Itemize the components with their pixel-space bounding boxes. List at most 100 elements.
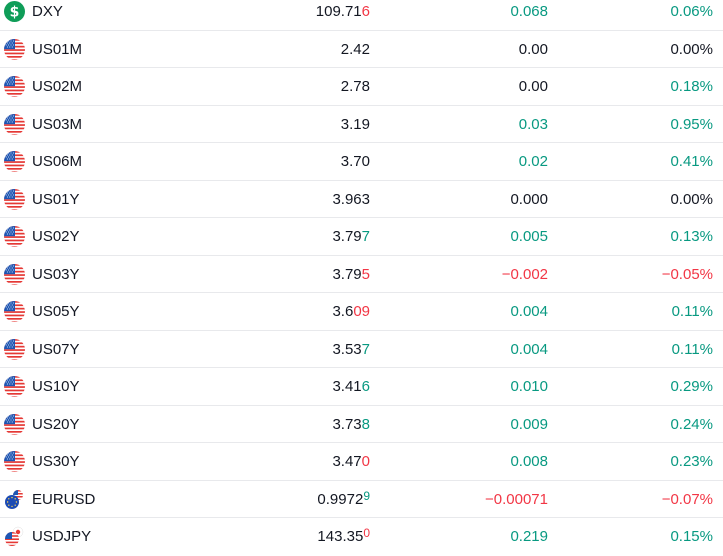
symbol-label: US01M [32,40,83,58]
change-percent: 0.23% [670,453,713,470]
symbol-label: US05Y [32,303,80,320]
last-price-tail: 7 [361,340,370,358]
change-value: 0.004 [510,303,548,320]
change-percent: 0.18% [670,78,713,95]
us-flag-icon [4,38,25,60]
us-jp-flags-icon [4,526,25,547]
change-value: 0.005 [510,228,548,245]
last-price: 3.19 [341,106,370,143]
watchlist-row-us05y[interactable]: US05Y 3.609 0.004 0.11% [0,293,723,331]
watchlist-row-us07y[interactable]: US07Y 3.537 0.004 0.11% [0,331,723,368]
change-percent: 0.11% [671,340,713,358]
watchlist-row-us01y[interactable]: US01Y 3.963 0.000 0.00% [0,181,723,218]
last-price: 3.795 [332,256,370,293]
watchlist-row-us02m[interactable]: US02M 2.78 0.00 0.18% [0,68,723,106]
change-percent: 0.15% [670,528,713,545]
last-price-main: 3.70 [340,153,370,170]
watchlist-row-us30y[interactable]: US30Y 3.470 0.008 0.23% [0,443,723,481]
change-percent: −0.07% [661,490,713,508]
watchlist: $ DXY 109.716 0.068 0.06% US01M 2.42 0.0… [0,0,723,556]
last-price-main: 3.41 [332,378,362,395]
change-value: −0.002 [501,265,548,283]
last-price-main: 109.71 [315,3,362,20]
last-price: 3.609 [332,293,370,330]
change-percent: 0.41% [670,153,713,170]
change-value: −0.00071 [485,490,548,508]
change-percent: 0.11% [671,303,713,320]
change-value: 0.004 [510,340,548,358]
symbol-label: US02Y [32,228,80,245]
svg-text:$: $ [10,5,20,21]
last-price: 3.470 [332,443,370,480]
watchlist-row-us01m[interactable]: US01M 2.42 0.00 0.00% [0,31,723,68]
watchlist-row-us03y[interactable]: US03Y 3.795 −0.002 −0.05% [0,256,723,293]
change-value: 0.02 [518,153,548,170]
us-flag-icon [4,338,25,360]
last-price: 3.416 [332,368,370,405]
change-percent: 0.06% [670,3,713,20]
last-price-tail: 6 [361,378,370,395]
symbol-label: US10Y [32,378,80,395]
change-percent: 0.95% [670,115,713,133]
us-flag-icon [4,226,25,247]
change-value: 0.00 [518,40,548,58]
watchlist-row-us10y[interactable]: US10Y 3.416 0.010 0.29% [0,368,723,406]
last-price: 2.42 [341,31,370,68]
symbol-label: US20Y [32,415,80,433]
change-percent: 0.00% [670,190,713,208]
symbol-label: DXY [32,3,63,20]
change-percent: 0.13% [670,228,713,245]
symbol-label: EURUSD [32,490,96,508]
last-price-tail: 09 [353,303,370,320]
last-price-tail: 0 [361,453,370,470]
change-value: 0.03 [518,115,548,133]
us-flag-icon [4,151,25,172]
change-percent: 0.29% [670,378,713,395]
last-price-main: 3.79 [332,228,362,245]
change-value: 0.219 [510,528,548,545]
change-percent: 0.24% [670,415,713,433]
watchlist-row-us03m[interactable]: US03M 3.19 0.03 0.95% [0,106,723,143]
watchlist-row-us20y[interactable]: US20Y 3.738 0.009 0.24% [0,406,723,443]
last-price: 3.738 [332,406,370,443]
last-price: 143.350 [317,518,370,556]
us-flag-icon [4,301,25,322]
symbol-label: US01Y [32,190,80,208]
last-price: 109.716 [316,0,370,30]
last-price-tail: 8 [361,415,370,433]
symbol-label: US07Y [32,340,80,358]
change-value: 0.068 [510,3,548,20]
last-price-main: 2.42 [340,40,370,58]
last-price-tail: 9 [363,488,370,503]
last-price-main: 143.35 [317,528,364,545]
watchlist-row-eurusd[interactable]: EURUSD 0.99729 −0.00071 −0.07% [0,481,723,519]
us-flag-icon [4,413,25,435]
change-value: 0.009 [510,415,548,433]
change-percent: −0.05% [661,265,713,283]
last-price: 2.78 [341,68,370,105]
change-value: 0.008 [510,453,548,470]
symbol-label: US30Y [32,453,80,470]
symbol-label: US03Y [32,265,80,283]
watchlist-row-us02y[interactable]: US02Y 3.797 0.005 0.13% [0,218,723,256]
change-percent: 0.00% [670,40,713,58]
watchlist-row-dxy[interactable]: $ DXY 109.716 0.068 0.06% [0,0,723,31]
last-price-tail: 7 [361,228,370,245]
last-price-tail: 0 [363,526,370,540]
us-flag-icon [4,263,25,285]
last-price-main: 0.9972 [317,490,364,508]
us-flag-icon [4,188,25,210]
symbol-label: USDJPY [32,528,92,545]
us-flag-icon [4,376,25,397]
last-price-main: 3.73 [332,415,362,433]
watchlist-row-us06m[interactable]: US06M 3.70 0.02 0.41% [0,143,723,181]
last-price: 3.797 [332,218,370,255]
last-price-main: 3.47 [332,453,362,470]
us-flag-icon [4,76,25,97]
symbol-label: US06M [32,153,83,170]
last-price: 0.99729 [317,481,370,519]
eu-us-flags-icon [4,489,25,510]
us-flag-icon [4,451,25,472]
last-price: 3.537 [332,331,370,368]
last-price-tail: 6 [361,3,370,20]
